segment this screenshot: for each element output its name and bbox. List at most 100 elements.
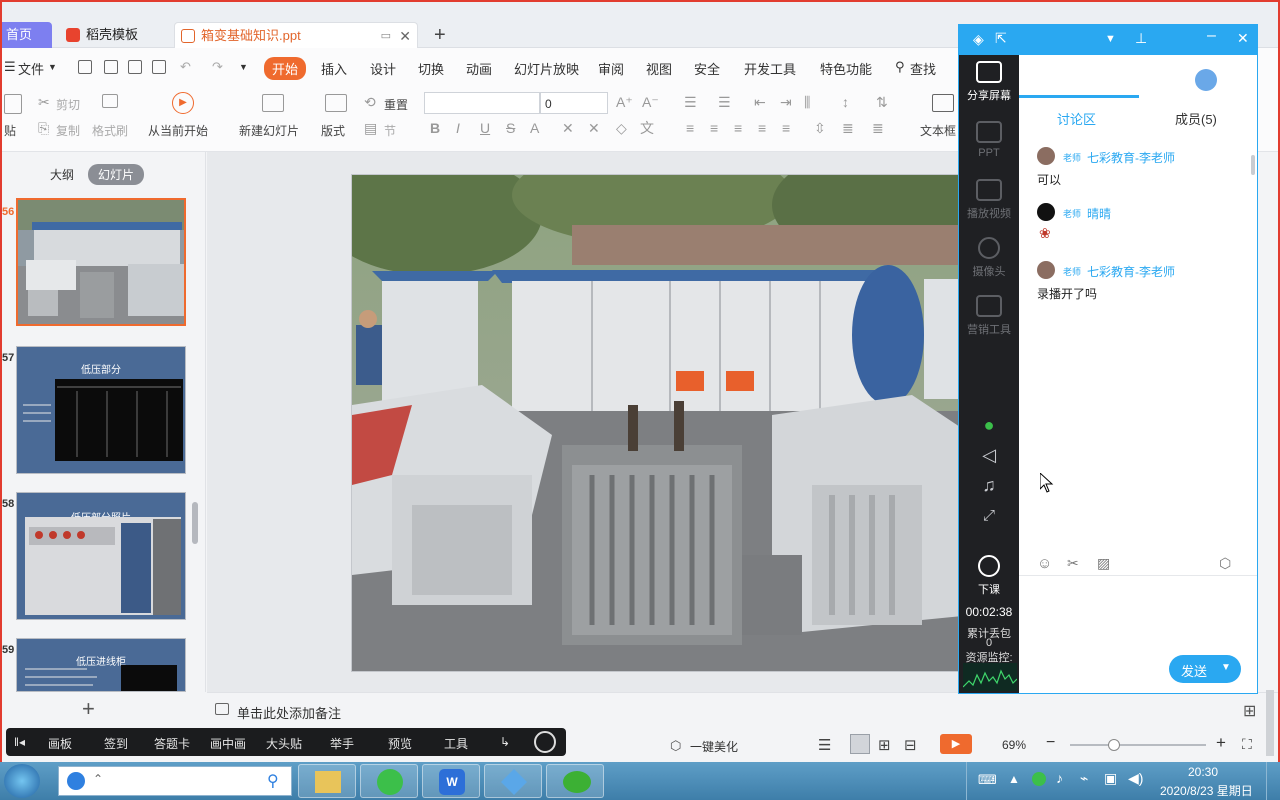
class-tool-preview[interactable]: 预览	[388, 735, 412, 752]
pin-icon[interactable]: ▭	[381, 23, 391, 49]
add-slide-button[interactable]: +	[82, 696, 95, 722]
class-tool-tools[interactable]: 工具	[444, 735, 468, 752]
decrease-indent-icon[interactable]: ⇤	[754, 94, 766, 111]
fit-window-icon[interactable]: ⛶	[1242, 736, 1252, 753]
class-tool-sticker[interactable]: 大头贴	[266, 735, 302, 752]
clock-date[interactable]: 2020/8/23 星期日	[1160, 782, 1253, 799]
slide-thumbnail[interactable]: 低压部分照片	[16, 492, 186, 620]
notes-toggle-icon[interactable]: ☰	[818, 736, 831, 754]
scissors-icon[interactable]: ✂	[1067, 555, 1079, 572]
align-left-icon[interactable]: ≡	[686, 120, 694, 136]
paste-icon[interactable]	[4, 94, 22, 114]
emoji-icon[interactable]: ☺	[1037, 555, 1052, 572]
settings-icon[interactable]: ⬡	[1219, 555, 1231, 572]
class-tool-raise-hand[interactable]: 举手	[330, 735, 354, 752]
camera-button[interactable]: 摄像头	[959, 237, 1019, 279]
power-icon[interactable]	[534, 731, 556, 753]
menu-transitions[interactable]: 切换	[418, 59, 444, 78]
microphone-icon[interactable]: ●	[979, 415, 999, 436]
slide-thumbnail[interactable]: 低压部分	[16, 346, 186, 474]
taskbar-wps[interactable]: W	[422, 764, 480, 798]
slide-sorter-icon[interactable]: ⊞	[878, 736, 891, 754]
class-tool-signin[interactable]: 签到	[104, 735, 128, 752]
copy-button[interactable]: 复制	[56, 122, 80, 139]
class-tool-answer-card[interactable]: 答题卡	[154, 735, 190, 752]
reading-view-icon[interactable]: ⊟	[904, 736, 917, 754]
menu-design[interactable]: 设计	[370, 59, 396, 78]
volume-icon[interactable]: ◀)	[1128, 770, 1143, 787]
bullets-icon[interactable]: ☰	[684, 94, 697, 111]
marketing-tools-button[interactable]: 营销工具	[959, 295, 1019, 337]
menu-search[interactable]: 查找	[910, 59, 936, 78]
taskbar-browser[interactable]	[360, 764, 418, 798]
slide-thumbnail[interactable]: 低压进线柜	[16, 638, 186, 692]
power-plug-icon[interactable]: ⌁	[1080, 770, 1088, 787]
menu-security[interactable]: 安全	[694, 59, 720, 78]
menu-view[interactable]: 视图	[646, 59, 672, 78]
redo-icon[interactable]: ↷	[212, 59, 223, 75]
phonetic-icon[interactable]: 文	[640, 118, 654, 138]
bell-icon[interactable]: ♪	[1056, 770, 1063, 786]
undo-icon[interactable]: ↶	[180, 59, 191, 75]
ppt-button[interactable]: PPT	[959, 121, 1019, 159]
tab-outline[interactable]: 大纲	[40, 164, 84, 185]
hamburger-icon[interactable]: ☰	[4, 59, 16, 75]
justify-icon[interactable]: ≡	[758, 120, 766, 136]
tab-slides[interactable]: 幻灯片	[88, 164, 145, 185]
fullscreen-icon[interactable]: ⤢	[979, 507, 999, 524]
slide-thumbnail[interactable]	[16, 198, 186, 326]
message-input[interactable]	[1019, 577, 1257, 647]
save-icon[interactable]	[78, 60, 92, 74]
line-spacing-icon[interactable]: ↕	[842, 94, 849, 110]
class-tool-whiteboard[interactable]: 画板	[48, 735, 72, 752]
chevron-down-icon[interactable]: ▼	[1221, 662, 1231, 673]
menu-developer[interactable]: 开发工具	[744, 59, 796, 78]
reset-button[interactable]: 重置	[384, 96, 408, 113]
close-tab-icon[interactable]: ✕	[399, 23, 411, 49]
tab-discussion[interactable]: 讨论区	[1057, 109, 1096, 128]
chevron-down-icon[interactable]: ▼	[48, 62, 57, 72]
play-from-current-button[interactable]: 从当前开始	[148, 122, 208, 139]
keyboard-icon[interactable]: ⌨	[978, 772, 997, 788]
align-center-icon[interactable]: ≡	[710, 120, 718, 136]
notes-bar[interactable]: 单击此处添加备注 ⊞	[207, 692, 1278, 728]
menu-review[interactable]: 审阅	[598, 59, 624, 78]
underline-icon[interactable]: U	[480, 120, 490, 136]
thumbnail-scrollbar[interactable]	[192, 502, 198, 544]
image-icon[interactable]: ▨	[1097, 555, 1110, 572]
text-direction-icon[interactable]: ⇅	[876, 94, 888, 111]
taskbar-wechat[interactable]	[546, 764, 604, 798]
show-desktop-button[interactable]	[1266, 762, 1280, 800]
new-tab-button[interactable]: +	[434, 22, 446, 48]
minimize-icon[interactable]: –	[1207, 27, 1216, 45]
share-link-icon[interactable]: ⇱	[995, 30, 1007, 47]
class-tool-pip[interactable]: 画中画	[210, 735, 246, 752]
font-color-icon[interactable]: A	[530, 120, 539, 136]
end-class-button[interactable]: 下课	[959, 555, 1019, 597]
decrease-font-icon[interactable]: A⁻	[642, 94, 659, 111]
notes-placeholder[interactable]: 单击此处添加备注	[237, 703, 341, 722]
font-family-select[interactable]	[424, 92, 540, 114]
tab-document[interactable]: 箱变基础知识.ppt ▭ ✕	[174, 22, 418, 48]
normal-view-icon[interactable]	[850, 734, 870, 754]
export-icon[interactable]	[104, 60, 118, 74]
menu-home[interactable]: 开始	[264, 57, 307, 80]
pin-icon[interactable]: ⊥	[1135, 30, 1147, 47]
taskbar-explorer[interactable]	[298, 764, 356, 798]
tab-home[interactable]: 首页	[2, 22, 52, 48]
tray-browser-icon[interactable]	[1032, 772, 1046, 786]
drag-handle-icon[interactable]: ‖◂	[14, 735, 25, 749]
bold-icon[interactable]: B	[430, 120, 440, 136]
menu-slideshow[interactable]: 幻灯片放映	[514, 59, 579, 78]
paragraph-spacing-icon[interactable]: ≣	[842, 120, 854, 137]
zoom-slider[interactable]	[1070, 744, 1206, 746]
new-slide-button[interactable]: 新建幻灯片	[239, 122, 299, 139]
italic-icon[interactable]: I	[456, 120, 460, 136]
menu-features[interactable]: 特色功能	[820, 59, 872, 78]
menu-insert[interactable]: 插入	[321, 59, 347, 78]
format-painter-button[interactable]: 格式刷	[92, 122, 128, 139]
align-right-icon[interactable]: ≡	[734, 120, 742, 136]
menu-animations[interactable]: 动画	[466, 59, 492, 78]
columns-icon[interactable]: ⫼	[804, 94, 810, 111]
smartart-icon[interactable]: ≣	[872, 120, 884, 137]
